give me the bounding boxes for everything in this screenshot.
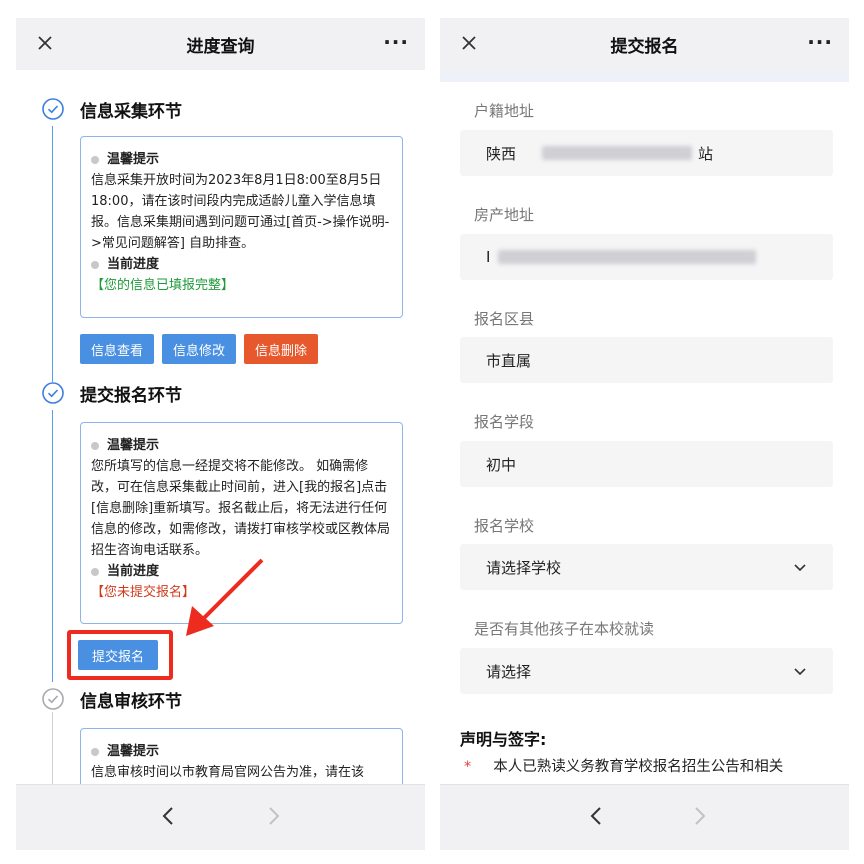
annotation-arrow-icon xyxy=(186,558,264,636)
